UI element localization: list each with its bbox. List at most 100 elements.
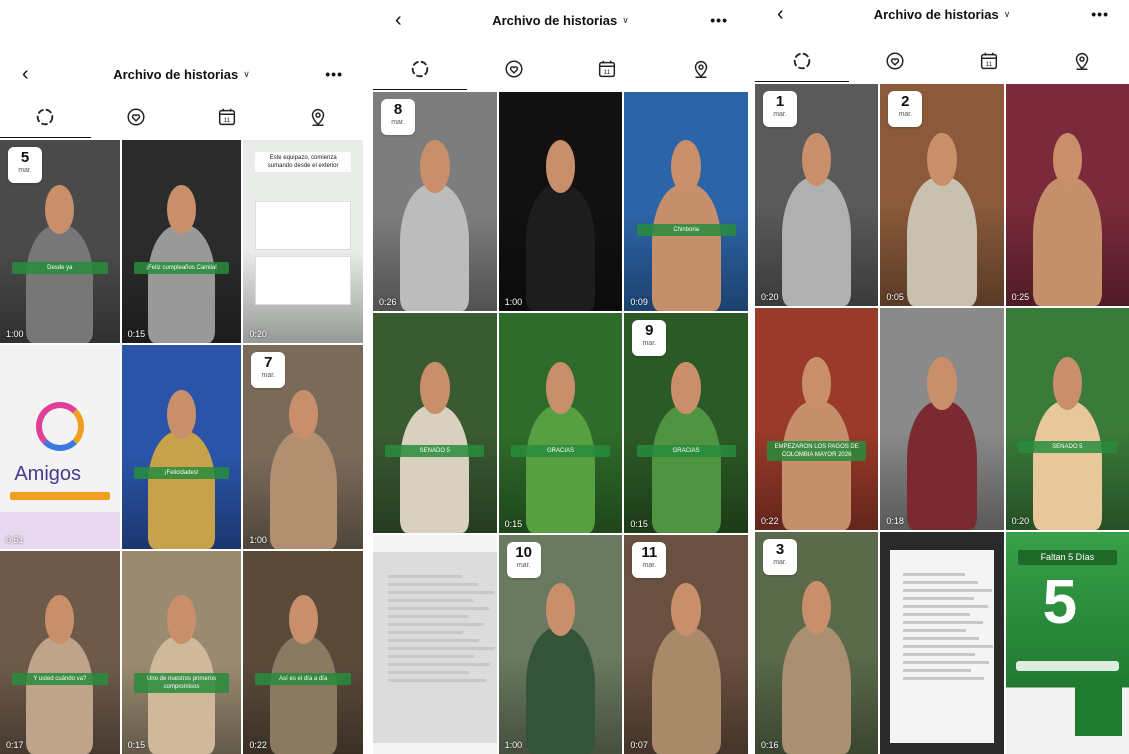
- date-month: mar.: [773, 111, 787, 118]
- story-thumbnail: [498, 92, 623, 312]
- location-pin-icon: [307, 106, 329, 133]
- date-month: mar.: [18, 167, 32, 174]
- story-duration: 0:22: [761, 516, 779, 526]
- date-month: mar.: [391, 119, 405, 126]
- chevron-left-icon[interactable]: ‹: [22, 63, 29, 86]
- date-badge: 5 mar.: [8, 147, 42, 183]
- story-thumbnail: [373, 534, 497, 754]
- more-icon[interactable]: •••: [710, 12, 728, 28]
- story-tile[interactable]: 0:25: [1005, 84, 1129, 306]
- tab-heart-circle[interactable]: [91, 100, 182, 138]
- tab-location-pin[interactable]: [1036, 44, 1129, 82]
- story-tile[interactable]: EMPEZARON LOS PAGOS DE COLOMBIA MAYOR 20…: [755, 308, 879, 530]
- story-tile[interactable]: 9 mar. GRACIAS 0:15: [624, 313, 748, 533]
- header: ‹ Archivo de historias ∨ •••: [755, 0, 1129, 28]
- story-thumbnail: [755, 308, 879, 530]
- tab-location-pin[interactable]: [272, 100, 363, 138]
- date-month: mar.: [642, 561, 657, 569]
- story-tile[interactable]: 3 mar. 0:16: [755, 532, 879, 754]
- story-duration: 0:22: [249, 739, 267, 750]
- story-thumbnail: [880, 308, 1004, 530]
- story-tile[interactable]: GRACIAS 0:15: [498, 313, 623, 533]
- tab-calendar[interactable]: 11: [561, 52, 655, 90]
- story-tile[interactable]: Uno de nuestros primeros compromisos 0:15: [121, 550, 242, 754]
- story-duration: 0:15: [127, 739, 146, 750]
- story-tile[interactable]: ¡Felicidades!: [121, 345, 242, 549]
- story-caption: GRACIAS: [636, 444, 736, 457]
- story-tile[interactable]: 5 mar. Desde ya 1:00: [0, 140, 120, 344]
- calendar-icon: 11: [216, 106, 238, 133]
- story-caption: EMPEZARON LOS PAGOS DE COLOMBIA MAYOR 20…: [767, 441, 866, 462]
- story-tile[interactable]: Amigos 0:51: [0, 345, 120, 549]
- chevron-down-icon[interactable]: ∨: [1004, 9, 1011, 20]
- chevron-left-icon[interactable]: ‹: [395, 9, 402, 32]
- calendar-icon: 11: [596, 58, 618, 85]
- date-badge: 10 mar.: [506, 541, 541, 578]
- story-caption: GRACIAS: [511, 444, 610, 457]
- chevron-down-icon[interactable]: ∨: [243, 69, 250, 80]
- story-thumbnail: [880, 532, 1004, 754]
- story-grid: 5 mar. Desde ya 1:00 ¡Feliz cumpleaños Camil…: [0, 140, 363, 754]
- heart-circle-icon: [503, 58, 525, 85]
- story-tile[interactable]: Este equipazo, comienza sumando desde el…: [243, 140, 363, 344]
- story-duration: 0:07: [630, 739, 648, 750]
- story-tile[interactable]: 5 Faltan 5 Días: [1005, 532, 1129, 754]
- story-tile[interactable]: Así es el día a día 0:22: [243, 550, 363, 754]
- stories-ring-icon: [34, 106, 56, 133]
- tab-stories-ring[interactable]: [373, 52, 467, 90]
- date-badge: 2 mar.: [888, 91, 923, 127]
- story-tile[interactable]: ¡Feliz cumpleaños Camila! 0:15: [121, 140, 242, 344]
- story-thumbnail: Amigos: [0, 345, 120, 549]
- chevron-down-icon[interactable]: ∨: [622, 15, 629, 26]
- stories-ring-icon: [791, 50, 813, 77]
- story-duration: 0:25: [1011, 292, 1030, 302]
- tab-stories-ring[interactable]: [755, 44, 849, 82]
- location-pin-icon: [690, 58, 712, 85]
- header-title[interactable]: Archivo de historias: [492, 13, 617, 28]
- story-tile[interactable]: Chinboria 0:09: [624, 92, 748, 312]
- tab-heart-circle[interactable]: [467, 52, 561, 90]
- story-thumbnail: [121, 140, 242, 344]
- story-tile[interactable]: [880, 532, 1004, 754]
- header-title[interactable]: Archivo de historias: [874, 7, 999, 22]
- story-archive-panel-3: ‹ Archivo de historias ∨ ••• 11 1 mar. 0:2…: [755, 0, 1129, 754]
- tab-calendar[interactable]: 11: [942, 44, 1036, 82]
- story-caption: Este equipazo, comienza sumando desde el…: [255, 152, 352, 173]
- story-tile[interactable]: 8 mar. 0:26: [373, 92, 497, 312]
- story-thumbnail: [121, 550, 242, 754]
- story-caption: Y usted cuándo va?: [11, 672, 108, 685]
- story-caption: SENADO 5: [385, 444, 485, 457]
- story-caption: ¡Felicidades!: [133, 467, 230, 480]
- story-duration: 0:20: [761, 292, 779, 302]
- story-tile[interactable]: 11 mar. 0:07: [624, 534, 748, 754]
- story-tile[interactable]: 10 mar. 1:00: [498, 534, 623, 754]
- tab-calendar[interactable]: 11: [182, 100, 273, 138]
- tab-heart-circle[interactable]: [849, 44, 943, 82]
- story-tile[interactable]: 2 mar. 0:05: [880, 84, 1004, 306]
- story-thumbnail: [243, 550, 363, 754]
- story-tile[interactable]: [373, 534, 497, 754]
- chevron-left-icon[interactable]: ‹: [777, 3, 784, 26]
- more-icon[interactable]: •••: [325, 66, 343, 82]
- story-duration: 0:15: [504, 518, 523, 529]
- story-tile[interactable]: SENADO 5: [373, 313, 497, 533]
- tab-location-pin[interactable]: [654, 52, 748, 90]
- story-tile[interactable]: 1 mar. 0:20: [755, 84, 879, 306]
- header-title[interactable]: Archivo de historias: [113, 67, 238, 82]
- svg-text:11: 11: [224, 117, 231, 124]
- story-thumbnail: [121, 345, 242, 549]
- date-day: 5: [20, 149, 30, 166]
- tab-stories-ring[interactable]: [0, 100, 91, 138]
- story-tile[interactable]: 1:00: [498, 92, 623, 312]
- story-thumbnail: [0, 550, 120, 754]
- story-tile[interactable]: 0:18: [880, 308, 1004, 530]
- story-tile[interactable]: Y usted cuándo va? 0:17: [0, 550, 120, 754]
- date-month: mar.: [773, 559, 787, 566]
- date-day: 7: [264, 354, 273, 372]
- story-tile[interactable]: SENADO 5 0:20: [1005, 308, 1129, 530]
- more-icon[interactable]: •••: [1091, 6, 1109, 22]
- calendar-icon: 11: [978, 50, 1000, 77]
- story-thumbnail: [498, 313, 623, 533]
- date-day: 8: [393, 101, 403, 118]
- story-tile[interactable]: 7 mar. 1:00: [243, 345, 363, 549]
